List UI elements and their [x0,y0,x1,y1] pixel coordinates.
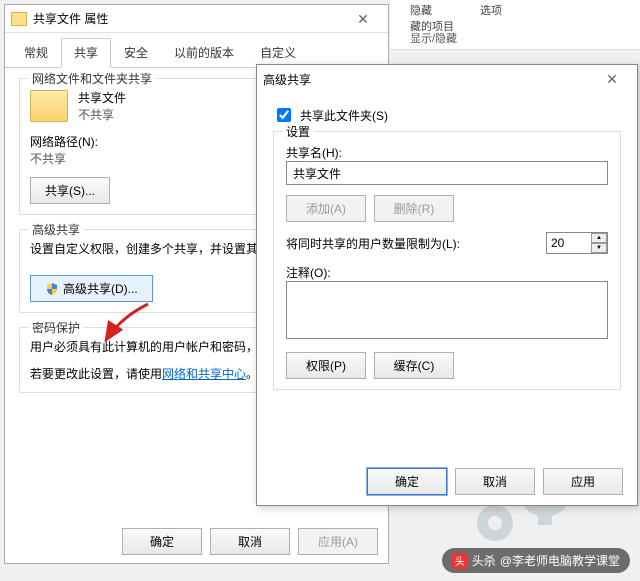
apply-button: 应用(A) [298,528,378,555]
folder-icon [11,12,27,26]
tab-sharing[interactable]: 共享 [61,38,111,68]
ok-button[interactable]: 确定 [367,468,447,495]
network-sharing-heading: 网络文件和文件夹共享 [28,70,156,87]
user-limit-spinner[interactable]: ▲▼ [546,232,608,254]
advanced-sharing-title: 高级共享 [263,71,311,88]
advanced-sharing-button[interactable]: 高级共享(D)... [30,275,153,302]
share-button[interactable]: 共享(S)... [30,177,110,204]
spin-up-icon[interactable]: ▲ [591,233,607,243]
share-this-folder-checkbox[interactable]: 共享此文件夹(S) [273,105,621,125]
comment-input[interactable] [286,281,608,339]
advanced-sharing-heading: 高级共享 [28,221,84,238]
network-sharing-center-link[interactable]: 网络和共享中心 [162,367,246,381]
apply-button[interactable]: 应用 [543,468,623,495]
ribbon-group-label: 显示/隐藏 [410,30,457,46]
advanced-sharing-button-label: 高级共享(D)... [63,280,138,297]
watermark: 头 头杀 @李老师电脑教学课堂 [442,548,630,573]
shield-icon [45,282,59,296]
settings-legend: 设置 [282,123,314,140]
share-this-folder-input[interactable] [277,108,291,122]
share-name: 共享文件 [78,89,126,106]
watermark-logo-icon: 头 [452,553,468,569]
advanced-sharing-dialog: 高级共享 ✕ 共享此文件夹(S) 设置 共享名(H): 添加(A) 删除(R) … [256,64,638,506]
cancel-button[interactable]: 取消 [455,468,535,495]
settings-fieldset: 设置 共享名(H): 添加(A) 删除(R) 将同时共享的用户数量限制为(L):… [273,131,621,390]
share-this-folder-label: 共享此文件夹(S) [300,107,388,124]
tab-previous-versions[interactable]: 以前的版本 [161,38,247,68]
properties-footer: 确定 取消 应用(A) [122,528,378,555]
tab-security[interactable]: 安全 [111,38,161,68]
close-button[interactable]: ✕ [344,7,382,31]
close-button[interactable]: ✕ [593,67,631,91]
user-limit-label: 将同时共享的用户数量限制为(L): [286,235,460,252]
advanced-sharing-titlebar[interactable]: 高级共享 ✕ [257,65,637,93]
ok-button[interactable]: 确定 [122,528,202,555]
properties-titlebar[interactable]: 共享文件 属性 ✕ [5,5,388,33]
spin-down-icon[interactable]: ▼ [591,243,607,253]
properties-title: 共享文件 属性 [33,10,108,27]
remove-button: 删除(R) [374,195,454,222]
tab-general[interactable]: 常规 [11,38,61,68]
watermark-prefix: 头杀 [472,552,496,569]
advanced-sharing-footer: 确定 取消 应用 [367,468,623,495]
ribbon-options-label[interactable]: 选项 [480,2,502,18]
cancel-button[interactable]: 取消 [210,528,290,555]
folder-icon [30,90,68,122]
share-status: 不共享 [78,106,126,123]
share-name-label: 共享名(H): [286,144,608,161]
properties-tabstrip: 常规 共享 安全 以前的版本 自定义 [5,33,388,68]
comment-label: 注释(O): [286,264,608,281]
permissions-button[interactable]: 权限(P) [286,352,366,379]
caching-button[interactable]: 缓存(C) [374,352,454,379]
explorer-ribbon-fragment: 隐藏藏的项目 选项 显示/隐藏 [390,0,640,50]
watermark-handle: @李老师电脑教学课堂 [500,552,620,569]
share-name-input[interactable] [286,161,608,185]
password-protection-heading: 密码保护 [28,319,84,336]
add-button: 添加(A) [286,195,366,222]
